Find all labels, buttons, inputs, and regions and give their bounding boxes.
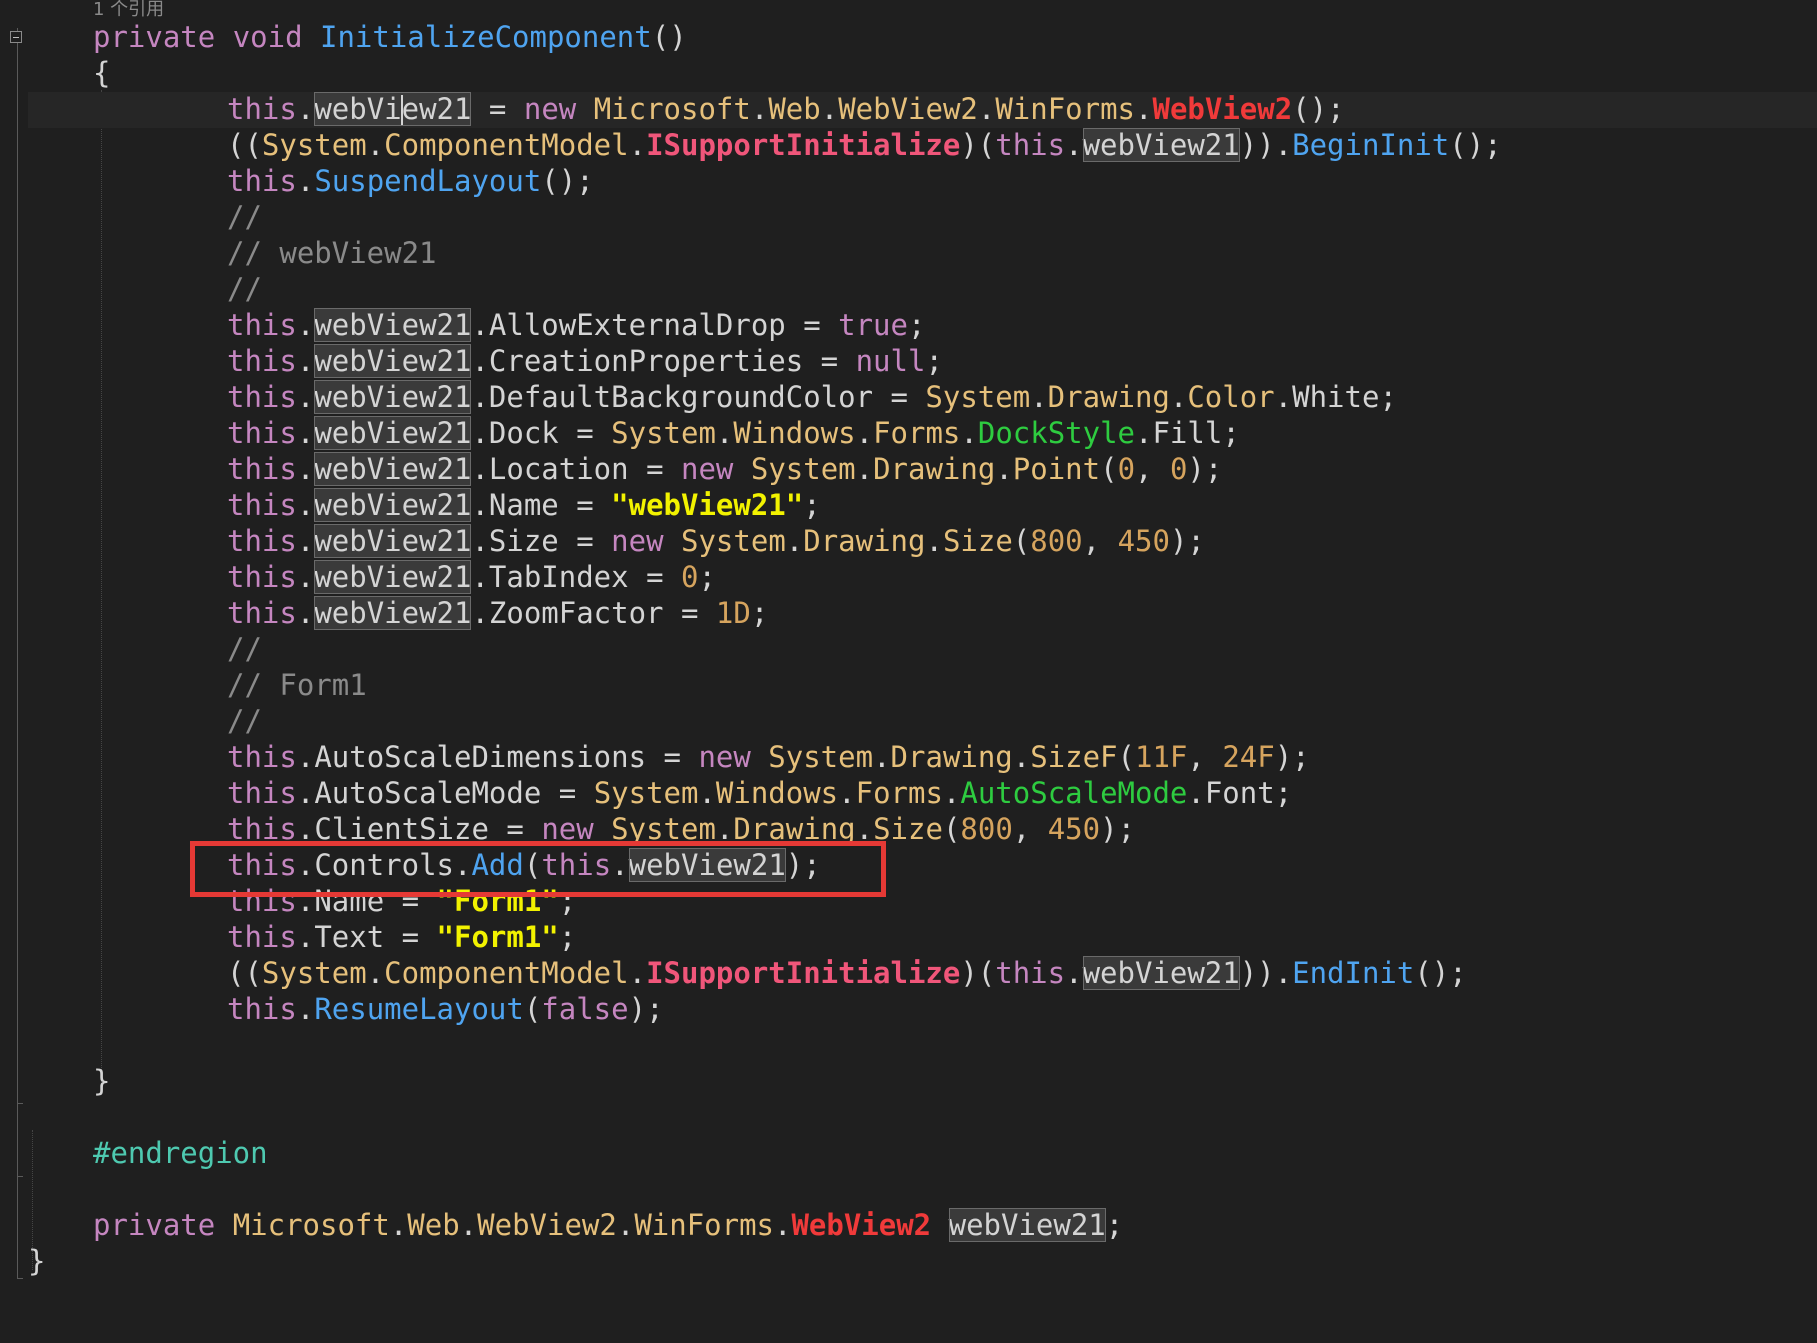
code-line-begin-init: ((System.ComponentModel.ISupportInitiali… [227, 128, 1502, 162]
code-line-end-init: ((System.ComponentModel.ISupportInitiali… [227, 956, 1467, 990]
error-type: WebView2 [791, 1208, 932, 1242]
code-line-auto-scale-dimensions: this.AutoScaleDimensions = new System.Dr… [227, 740, 1310, 774]
code-line-tab-index: this.webView21.TabIndex = 0; [227, 560, 716, 594]
code-line-class-close-brace: } [28, 1244, 46, 1278]
symbol-highlight: webView21 [314, 560, 472, 594]
code-line-size: this.webView21.Size = new System.Drawing… [227, 524, 1205, 558]
code-line-method-signature: private void InitializeComponent() [93, 19, 687, 55]
outline-tick [17, 1278, 23, 1279]
code-comment: // Form1 [227, 668, 367, 702]
symbol-highlight: webView21 [314, 524, 472, 558]
symbol-highlight: webView21 [314, 92, 472, 126]
code-comment: // [227, 704, 262, 738]
keyword: new [523, 92, 577, 126]
annotation-highlight-box [190, 841, 886, 897]
code-line-creation-properties: this.webView21.CreationProperties = null… [227, 344, 943, 378]
code-editor[interactable]: 1 个引用 private void InitializeComponent()… [0, 0, 1817, 1343]
symbol-highlight: webView21 [314, 308, 472, 342]
code-line-dock: this.webView21.Dock = System.Windows.For… [227, 416, 1240, 450]
method-name: InitializeComponent [320, 20, 652, 54]
symbol-highlight: webView21 [314, 344, 472, 378]
code-line-allow-external-drop: this.webView21.AllowExternalDrop = true; [227, 308, 926, 342]
outline-tick [17, 1176, 23, 1177]
code-line-default-background-color: this.webView21.DefaultBackgroundColor = … [227, 380, 1397, 414]
code-line-endregion: #endregion [93, 1136, 268, 1170]
code-line-location: this.webView21.Location = new System.Dra… [227, 452, 1223, 486]
symbol-highlight: webView21 [314, 488, 472, 522]
symbol-highlight: webView21 [314, 416, 472, 450]
code-comment: // webView21 [227, 236, 437, 270]
symbol-highlight: webView21 [948, 1208, 1106, 1242]
code-line-field-declaration: private Microsoft.Web.WebView2.WinForms.… [93, 1208, 1124, 1242]
error-type: WebView2 [1152, 92, 1293, 126]
code-line-zoom-factor: this.webView21.ZoomFactor = 1D; [227, 596, 769, 630]
outline-tick [17, 1103, 23, 1104]
code-line-close-brace: } [93, 1064, 111, 1098]
code-comment: // [227, 632, 262, 666]
identifier: ew21 [401, 92, 472, 126]
code-comment: // [227, 200, 262, 234]
punctuation: () [651, 20, 687, 54]
brace: { [93, 56, 111, 90]
code-line-new-webview: this.webView21 = new Microsoft.Web.WebVi… [227, 92, 1345, 126]
code-line-name: this.webView21.Name = "webView21"; [227, 488, 821, 522]
keyword: this [227, 92, 297, 126]
code-comment: // [227, 272, 262, 306]
symbol-highlight: webView21 [314, 452, 472, 486]
identifier: webVi [314, 92, 402, 126]
keyword: private [93, 20, 216, 54]
codelens-references[interactable]: 1 个引用 [93, 0, 164, 20]
code-line-suspend-layout: this.SuspendLayout(); [227, 164, 594, 198]
symbol-highlight: webView21 [314, 380, 472, 414]
symbol-highlight: webView21 [1082, 128, 1240, 162]
outline-rail [17, 28, 18, 1278]
code-line-auto-scale-mode: this.AutoScaleMode = System.Windows.Form… [227, 776, 1293, 810]
code-line-open-brace: { [93, 55, 110, 91]
keyword: void [232, 20, 303, 54]
symbol-highlight: webView21 [314, 596, 472, 630]
collapse-icon[interactable] [10, 31, 22, 43]
symbol-highlight: webView21 [1082, 956, 1240, 990]
indent-guide [101, 90, 102, 1090]
code-line-resume-layout: this.ResumeLayout(false); [227, 992, 664, 1026]
code-line-form-text: this.Text = "Form1"; [227, 920, 577, 954]
